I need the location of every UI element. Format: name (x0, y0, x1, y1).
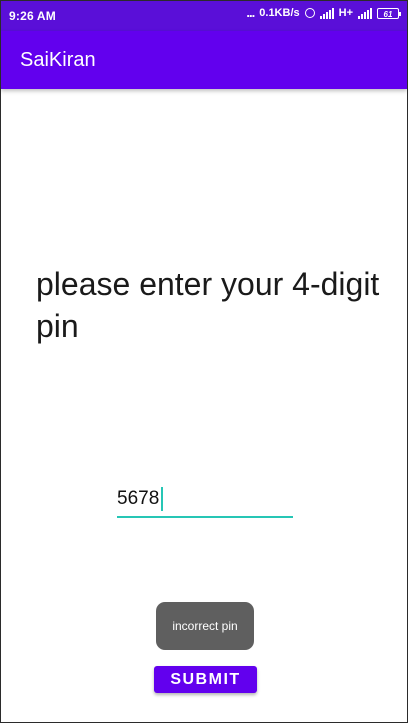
text-cursor (161, 487, 163, 511)
network-type: H+ (338, 7, 353, 19)
status-indicators: ... 0.1KB/s H+ 61 (246, 5, 401, 20)
app-bar: SaiKiran (1, 31, 407, 89)
pin-input[interactable]: 5678 (117, 485, 293, 518)
app-screen: 9:26 AM ... 0.1KB/s H+ 61 SaiKiran pleas… (0, 0, 408, 723)
signal-icon (319, 7, 334, 19)
more-notifications-icon: ... (246, 5, 255, 20)
battery-icon: 61 (377, 7, 401, 19)
pin-input-value[interactable]: 5678 (117, 488, 159, 510)
app-title: SaiKiran (20, 49, 96, 71)
network-speed: 0.1KB/s (259, 7, 300, 19)
toast-message: incorrect pin (156, 602, 254, 650)
signal-icon (358, 7, 372, 19)
pin-prompt: please enter your 4-digit pin (36, 266, 380, 344)
submit-button[interactable]: SUBMIT (154, 666, 257, 693)
status-time: 9:26 AM (9, 9, 56, 23)
alarm-icon (304, 8, 315, 18)
status-bar: 9:26 AM ... 0.1KB/s H+ 61 (1, 1, 407, 31)
